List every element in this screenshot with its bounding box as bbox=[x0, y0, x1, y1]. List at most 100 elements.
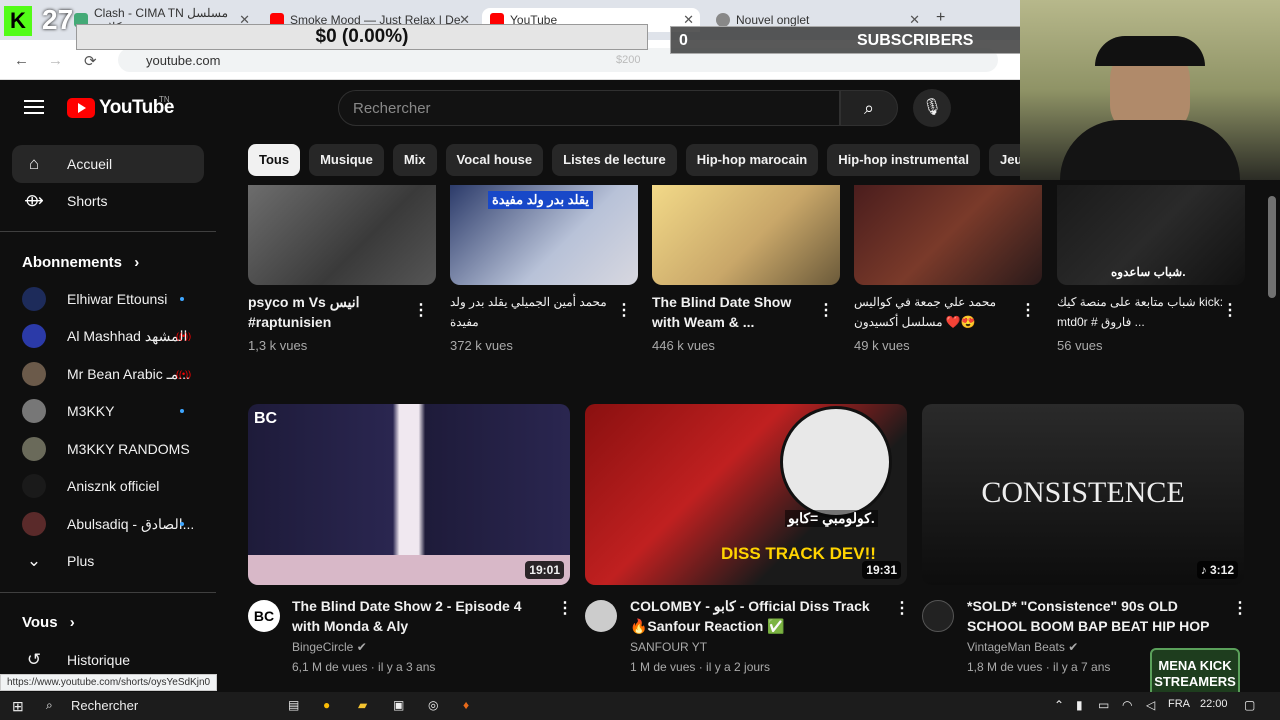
volume-icon[interactable]: ◁ bbox=[1146, 698, 1155, 712]
chip[interactable]: Hip-hop marocain bbox=[685, 144, 819, 176]
chrome-icon[interactable]: ● bbox=[323, 698, 330, 712]
channel-name: BingeCircle bbox=[292, 640, 354, 654]
notifications-icon[interactable]: ▢ bbox=[1244, 698, 1255, 712]
windows-start-icon[interactable]: ⊞ bbox=[12, 698, 24, 715]
more-options-icon[interactable]: ⋮ bbox=[413, 300, 429, 320]
video-channel[interactable]: VintageMan Beats ✔ bbox=[967, 640, 1078, 654]
live-icon: ((•)) bbox=[176, 369, 192, 379]
sidebar-item-home[interactable]: ⌂ Accueil bbox=[12, 145, 204, 183]
channel-name: M3KKY RANDOMS bbox=[67, 441, 190, 457]
chip[interactable]: Listes de lecture bbox=[552, 144, 677, 176]
clock[interactable]: 22:00 bbox=[1200, 698, 1228, 710]
youtube-play-icon bbox=[67, 98, 95, 118]
thumbnail-caption: يقلد بدر ولد مفيدة bbox=[488, 191, 594, 209]
wifi-icon[interactable]: ◠ bbox=[1122, 698, 1132, 712]
channel-avatar[interactable]: BC bbox=[248, 600, 280, 632]
history-icon: ↺ bbox=[26, 650, 42, 669]
video-thumbnail[interactable]: BC 19:01 bbox=[248, 404, 570, 585]
battery-icon[interactable]: ▭ bbox=[1098, 698, 1109, 712]
channel-name: Abulsadiq - الصادق... bbox=[67, 515, 195, 532]
store-icon[interactable]: ▣ bbox=[393, 698, 404, 712]
url-text: youtube.com bbox=[146, 52, 221, 68]
sidebar-channel[interactable]: M3KKY RANDOMS bbox=[12, 430, 204, 468]
reload-icon[interactable]: ⟳ bbox=[84, 52, 97, 70]
forward-icon[interactable]: → bbox=[48, 52, 63, 69]
scrollbar[interactable] bbox=[1268, 196, 1276, 298]
channel-avatar[interactable] bbox=[585, 600, 617, 632]
mena-kick-streamers-logo: MENA KICK STREAMERS bbox=[1150, 648, 1240, 698]
sidebar-channel[interactable]: Al Mashhad المشهد ((•)) bbox=[12, 317, 204, 355]
tab-title: Nouvel onglet bbox=[736, 13, 810, 27]
video-channel[interactable]: BingeCircle ✔ bbox=[292, 640, 367, 654]
short-thumbnail[interactable]: يقلد بدر ولد مفيدة bbox=[450, 185, 638, 285]
short-thumbnail[interactable] bbox=[854, 185, 1042, 285]
table-graphic bbox=[248, 555, 570, 585]
short-thumbnail[interactable] bbox=[652, 185, 840, 285]
sidebar-channel[interactable]: Anisznk officiel bbox=[12, 467, 204, 505]
chevron-up-icon[interactable]: ⌃ bbox=[1054, 698, 1064, 712]
short-title[interactable]: The Blind Date Show with Weam & ... bbox=[652, 292, 822, 332]
search-input[interactable]: Rechercher bbox=[338, 90, 840, 126]
sidebar-channel[interactable]: M3KKY bbox=[12, 392, 204, 430]
short-title[interactable]: محمد علي جمعة في كواليس مسلسل أكسيدون ❤️… bbox=[854, 292, 1024, 332]
voice-search-button[interactable]: 🎙 bbox=[913, 89, 951, 127]
chip[interactable]: Jeux bbox=[988, 144, 1020, 176]
divider bbox=[0, 592, 216, 593]
shorts-icon: ⟴ bbox=[24, 191, 44, 210]
chip[interactable]: Vocal house bbox=[445, 144, 544, 176]
menu-icon[interactable] bbox=[24, 100, 44, 114]
more-options-icon[interactable]: ⋮ bbox=[818, 300, 834, 320]
sidebar-item-more[interactable]: ⌄ Plus bbox=[12, 542, 204, 580]
language-indicator[interactable]: FRA bbox=[1168, 698, 1190, 710]
obs-icon[interactable]: ◎ bbox=[428, 698, 438, 712]
task-view-icon[interactable]: ▤ bbox=[288, 698, 299, 712]
channel-name: Al Mashhad المشهد bbox=[67, 327, 188, 344]
filter-chips: Tous Musique Mix Vocal house Listes de lectu… bbox=[248, 144, 1020, 176]
short-views: 1,3 k vues bbox=[248, 338, 308, 353]
channel-avatar bbox=[22, 324, 46, 348]
sidebar-channel[interactable]: Elhiwar Ettounsi bbox=[12, 280, 204, 318]
more-options-icon[interactable]: ⋮ bbox=[894, 598, 910, 618]
video-title[interactable]: The Blind Date Show 2 - Episode 4 with M… bbox=[292, 596, 542, 636]
subscriptions-heading[interactable]: Abonnements › bbox=[22, 254, 139, 271]
chip-all[interactable]: Tous bbox=[248, 144, 301, 176]
short-title[interactable]: شباب متابعة على منصة كيك kick: mtd0r # ف… bbox=[1057, 292, 1227, 332]
video-title[interactable]: *SOLD* "Consistence" 90s OLD SCHOOL BOOM… bbox=[967, 596, 1217, 636]
file-explorer-icon[interactable]: ▰ bbox=[358, 698, 367, 712]
youtube-logo[interactable]: YouTube TN bbox=[67, 95, 174, 119]
search-icon[interactable]: ⌕ bbox=[46, 698, 53, 713]
video-thumbnail[interactable]: كولومبي =كابو. DISS TRACK DEV!! 19:31 bbox=[585, 404, 907, 585]
chip[interactable]: Mix bbox=[392, 144, 437, 176]
short-title[interactable]: محمد أمين الجميلي يقلد بدر ولد مفيدة bbox=[450, 292, 620, 332]
video-title[interactable]: COLOMBY - كابو - Official Diss Track 🔥Sa… bbox=[630, 596, 880, 636]
more-options-icon[interactable]: ⋮ bbox=[616, 300, 632, 320]
short-title[interactable]: psyco m Vs انيس #raptunisien bbox=[248, 292, 418, 332]
chip[interactable]: Musique bbox=[309, 144, 384, 176]
new-tab-icon[interactable]: + bbox=[936, 9, 945, 27]
more-options-icon[interactable]: ⋮ bbox=[1020, 300, 1036, 320]
channel-avatar bbox=[22, 362, 46, 386]
back-icon[interactable]: ← bbox=[14, 52, 29, 69]
sidebar-channel[interactable]: Mr Bean Arabic مـ... ((•)) bbox=[12, 355, 204, 393]
kick-counter: 27 bbox=[42, 4, 74, 35]
chip[interactable]: Hip-hop instrumental bbox=[827, 144, 980, 176]
channel-avatar bbox=[22, 437, 46, 461]
sidebar-channel[interactable]: Abulsadiq - الصادق... bbox=[12, 505, 204, 543]
more-options-icon[interactable]: ⋮ bbox=[1232, 598, 1248, 618]
video-thumbnail[interactable]: CONSISTENCE ♪ 3:12 bbox=[922, 404, 1244, 585]
search-button[interactable]: ⌕ bbox=[840, 90, 898, 126]
you-heading[interactable]: Vous › bbox=[22, 614, 75, 631]
sidebar-item-shorts[interactable]: ⟴ Shorts bbox=[12, 182, 204, 220]
short-thumbnail[interactable]: شباب ساعدوه. bbox=[1057, 185, 1245, 285]
logo-region: TN bbox=[159, 95, 170, 104]
mic-tray-icon[interactable]: ▮ bbox=[1076, 698, 1083, 712]
more-options-icon[interactable]: ⋮ bbox=[557, 598, 573, 618]
more-options-icon[interactable]: ⋮ bbox=[1222, 300, 1238, 320]
channel-avatar[interactable] bbox=[922, 600, 954, 632]
microphone-app-icon[interactable]: ♦ bbox=[463, 698, 469, 712]
video-channel[interactable]: SANFOUR YT bbox=[630, 640, 707, 654]
search-icon: ⌕ bbox=[863, 98, 875, 118]
short-thumbnail[interactable] bbox=[248, 185, 436, 285]
taskbar-search[interactable]: Rechercher bbox=[71, 698, 138, 713]
new-content-dot bbox=[180, 409, 184, 413]
